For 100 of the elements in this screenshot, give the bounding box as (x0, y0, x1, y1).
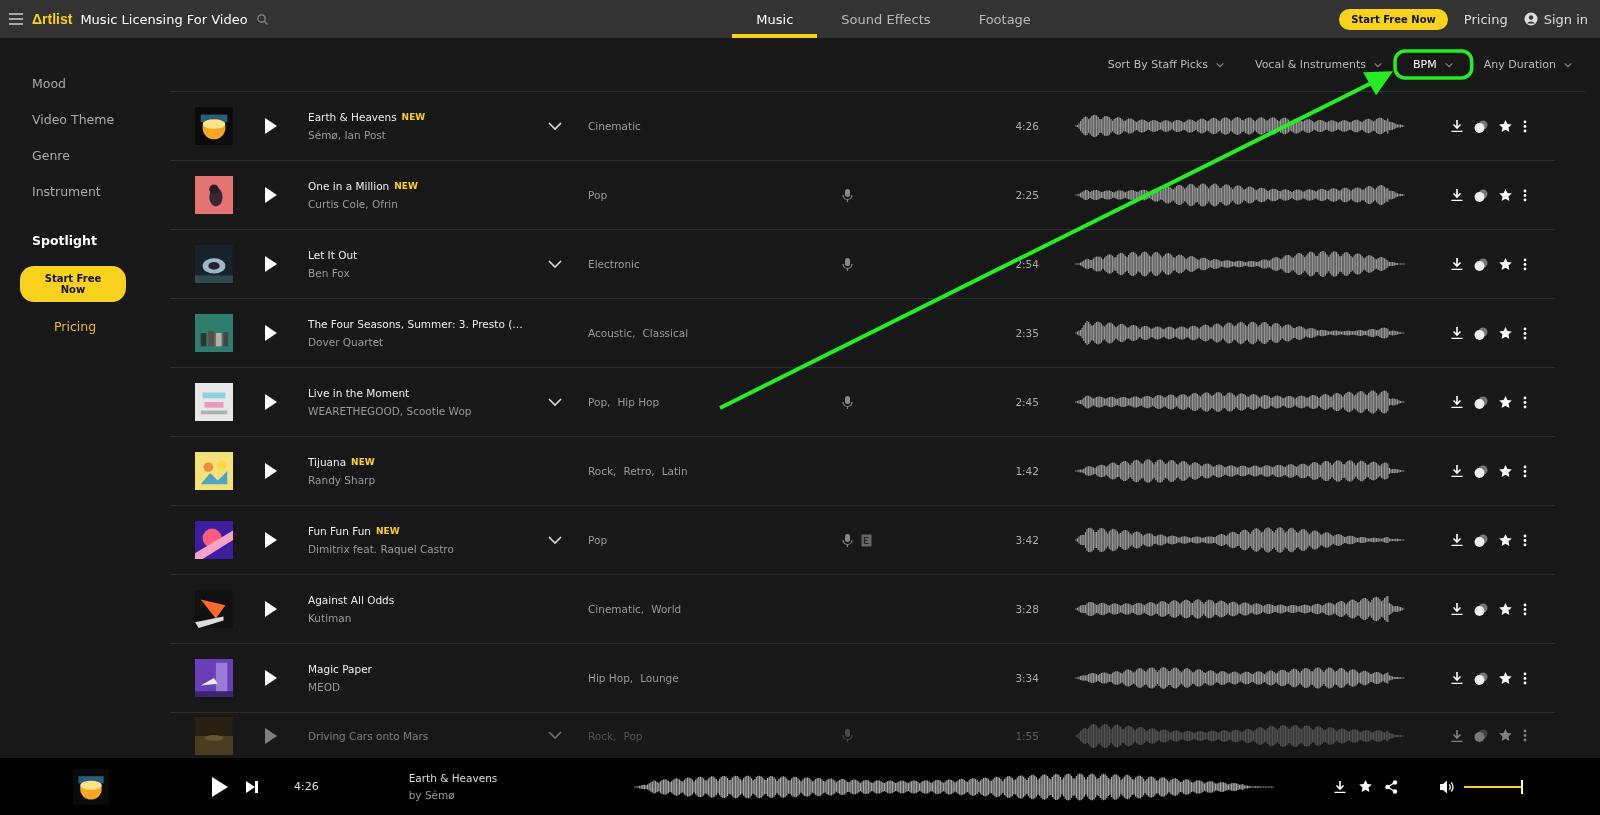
circles-icon[interactable] (1474, 671, 1488, 685)
track-title[interactable]: Let It Out (308, 249, 358, 261)
star-icon[interactable] (1499, 395, 1512, 409)
track-title[interactable]: Live in the Moment (308, 387, 410, 399)
download-icon[interactable] (1451, 465, 1463, 477)
more-icon[interactable] (1523, 119, 1527, 133)
circles-icon[interactable] (1474, 257, 1488, 271)
play-icon[interactable] (264, 256, 277, 272)
genre-tag[interactable]: Acoustic, (588, 327, 636, 339)
star-icon[interactable] (1499, 119, 1512, 133)
genre-tag[interactable]: Lounge (640, 672, 679, 684)
track-artists[interactable]: MEOD (308, 681, 540, 693)
download-icon[interactable] (1451, 258, 1463, 270)
genre-tag[interactable]: Pop (588, 189, 608, 201)
expand-icon[interactable] (548, 259, 562, 269)
download-icon[interactable] (1451, 603, 1463, 615)
start-free-button[interactable]: Start Free Now (20, 266, 126, 302)
star-icon[interactable] (1499, 464, 1512, 478)
logo[interactable]: Δrtlist (32, 11, 73, 27)
sidebar-item[interactable]: Mood (0, 76, 170, 91)
play-icon[interactable] (264, 118, 277, 134)
volume-icon[interactable] (1439, 779, 1454, 794)
more-icon[interactable] (1523, 671, 1527, 685)
circles-icon[interactable] (1474, 395, 1488, 409)
more-icon[interactable] (1523, 257, 1527, 271)
star-icon[interactable] (1499, 671, 1512, 685)
sidebar-item[interactable]: Genre (0, 148, 170, 163)
more-icon[interactable] (1523, 602, 1527, 616)
genre-tag[interactable]: Hip Hop (617, 396, 660, 408)
genre-tag[interactable]: Classical (642, 327, 689, 339)
download-icon[interactable] (1451, 672, 1463, 684)
circles-icon[interactable] (1474, 188, 1488, 202)
track-artists[interactable]: Randy Sharp (308, 474, 540, 486)
waveform[interactable] (1075, 457, 1405, 485)
tab[interactable]: Footage (954, 0, 1055, 38)
track-title[interactable]: Against All Odds (308, 594, 395, 606)
track-artists[interactable]: Dimitrix feat. Raquel Castro (308, 543, 540, 555)
genre-tag[interactable]: Rock, (588, 465, 617, 477)
more-icon[interactable] (1523, 533, 1527, 547)
pricing-link[interactable]: Pricing (1463, 11, 1508, 27)
star-icon[interactable] (1499, 188, 1512, 202)
track-title[interactable]: Driving Cars onto Mars (308, 729, 429, 742)
sidebar-item[interactable]: Instrument (0, 184, 170, 199)
waveform[interactable] (633, 771, 1274, 802)
play-icon[interactable] (264, 187, 277, 203)
download-icon[interactable] (1451, 120, 1463, 132)
sidebar-item[interactable]: Spotlight (0, 233, 170, 248)
track-artists[interactable]: Curtis Cole, Ofrin (308, 198, 540, 210)
star-icon[interactable] (1499, 729, 1512, 742)
waveform[interactable] (1075, 595, 1405, 623)
sign-in-link[interactable]: Sign in (1523, 11, 1588, 27)
volume-slider[interactable] (1463, 780, 1524, 793)
share-icon[interactable] (1384, 779, 1398, 794)
waveform[interactable] (1075, 388, 1405, 416)
expand-icon[interactable] (548, 397, 562, 407)
track-title[interactable]: Magic Paper (308, 663, 372, 675)
circles-icon[interactable] (1474, 602, 1488, 616)
track-artists[interactable]: Dover Quartet (308, 336, 540, 348)
more-icon[interactable] (1523, 464, 1527, 478)
track-title[interactable]: Earth & Heavens (308, 111, 397, 123)
star-icon[interactable] (1499, 533, 1512, 547)
genre-tag[interactable]: Pop (588, 534, 608, 546)
play-icon[interactable] (264, 601, 277, 617)
play-icon[interactable] (264, 532, 277, 548)
filter-dropdown[interactable]: Sort By Staff Picks (1095, 54, 1237, 75)
track-artists[interactable]: Ben Fox (308, 267, 540, 279)
more-icon[interactable] (1523, 395, 1527, 409)
waveform[interactable] (1075, 112, 1405, 140)
track-title[interactable]: One in a Million (308, 180, 390, 192)
star-icon[interactable] (1499, 326, 1512, 340)
waveform[interactable] (1075, 319, 1405, 347)
play-icon[interactable] (264, 325, 277, 341)
menu-icon[interactable] (8, 11, 24, 27)
tab[interactable]: Music (732, 0, 818, 38)
track-title[interactable]: The Four Seasons, Summer: 3. Presto (… (308, 318, 523, 330)
download-icon[interactable] (1451, 327, 1463, 339)
track-artists[interactable]: Kutiman (308, 612, 540, 624)
download-icon[interactable] (1451, 534, 1463, 546)
circles-icon[interactable] (1474, 533, 1488, 547)
search-icon[interactable] (255, 13, 268, 25)
star-icon[interactable] (1499, 602, 1512, 616)
track-artists[interactable]: by Sémø (408, 789, 634, 801)
genre-tag[interactable]: Latin (661, 465, 688, 477)
tab[interactable]: Sound Effects (817, 0, 955, 38)
download-icon[interactable] (1451, 189, 1463, 201)
waveform[interactable] (1075, 664, 1405, 692)
more-icon[interactable] (1523, 326, 1527, 340)
genre-tag[interactable]: Cinematic (588, 120, 641, 132)
genre-tag[interactable]: Hip Hop, (588, 672, 634, 684)
track-title[interactable]: Fun Fun Fun (308, 525, 371, 537)
genre-tag[interactable]: World (651, 603, 682, 615)
star-icon[interactable] (1499, 257, 1512, 271)
genre-tag[interactable]: Cinematic, (588, 603, 645, 615)
star-icon[interactable] (1358, 780, 1372, 793)
genre-tag[interactable]: Electronic (588, 258, 640, 270)
download-icon[interactable] (1451, 396, 1463, 408)
skip-next-icon[interactable] (246, 780, 258, 793)
start-free-button[interactable]: Start Free Now (1339, 8, 1448, 30)
genre-tag[interactable]: Retro, (623, 465, 655, 477)
play-icon[interactable] (264, 670, 277, 686)
